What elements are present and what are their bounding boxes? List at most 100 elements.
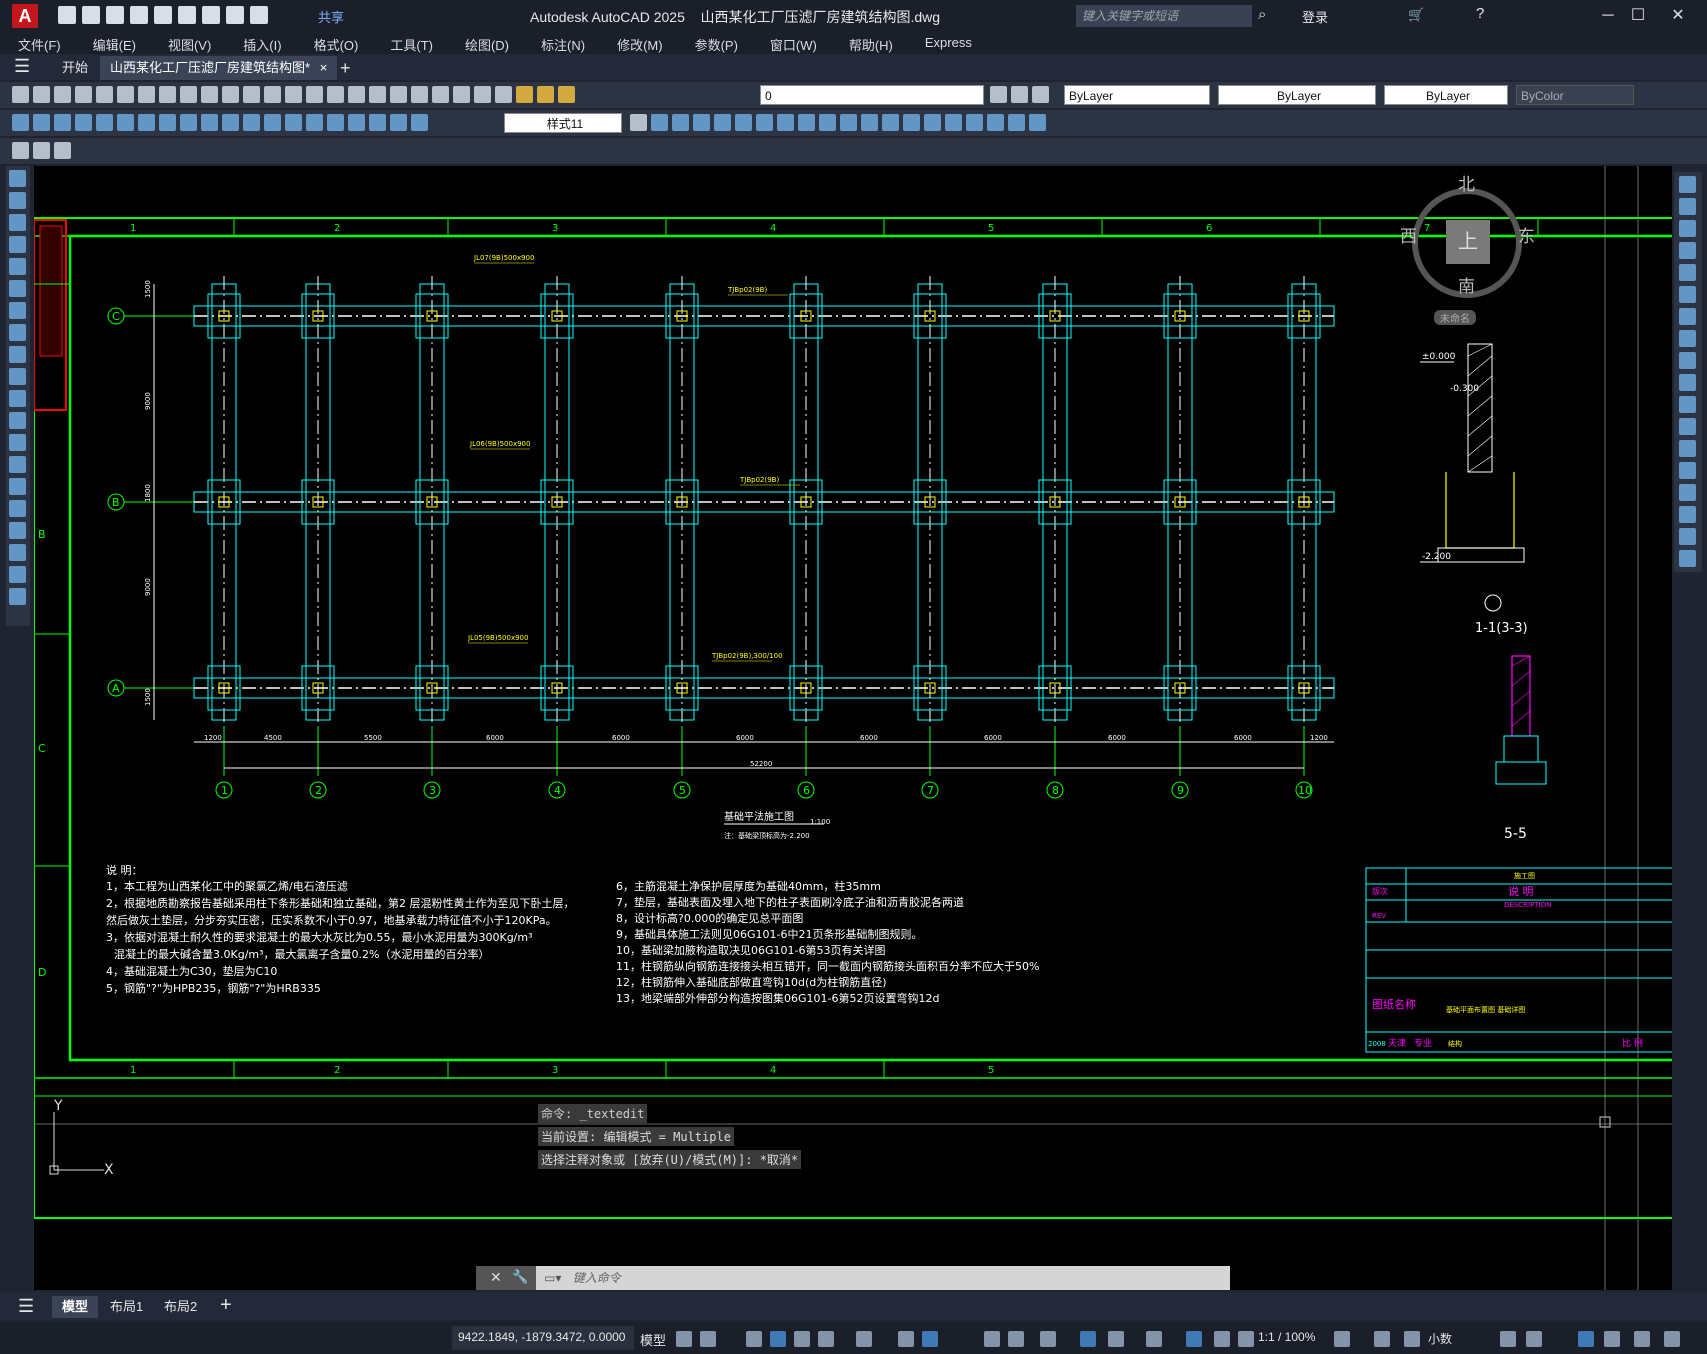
design-center-icon[interactable] [369, 86, 386, 103]
annotation-visibility-icon[interactable] [1186, 1331, 1202, 1347]
help-icon[interactable] [474, 86, 491, 103]
open-file-icon[interactable] [82, 6, 100, 24]
radius-icon[interactable] [96, 114, 113, 131]
line-icon[interactable] [9, 170, 26, 187]
add-tab-button[interactable]: + [330, 56, 361, 80]
menu-item-1[interactable]: 编辑(E) [75, 32, 136, 54]
menu-item-10[interactable]: 窗口(W) [752, 32, 817, 54]
save-icon[interactable] [106, 6, 124, 24]
layer-previous-icon[interactable] [1011, 86, 1028, 103]
ordinate-icon[interactable] [75, 114, 92, 131]
tab-active-drawing[interactable]: 山西某化工厂压滤厂房建筑结构图* × [100, 56, 338, 80]
mirror-icon[interactable] [1679, 220, 1696, 237]
dim-text-edit-icon[interactable] [390, 114, 407, 131]
tab-start[interactable]: 开始 [52, 56, 98, 80]
make-block-icon[interactable] [9, 434, 26, 451]
plotstyle-dropdown[interactable]: ByColor [1516, 85, 1634, 105]
properties-icon[interactable] [348, 86, 365, 103]
lineweight-dropdown[interactable]: ByLayer [1384, 85, 1508, 105]
refedit-icon[interactable] [54, 142, 71, 159]
annotation-monitor-icon[interactable] [1374, 1331, 1390, 1347]
baseline-icon[interactable] [201, 114, 218, 131]
copy-icon[interactable] [159, 86, 176, 103]
fillet-icon[interactable] [1679, 506, 1696, 523]
viewcube[interactable]: 上 北 南 西 东 未命名 [1394, 170, 1544, 325]
move-icon[interactable] [1679, 286, 1696, 303]
ellipse-arc-icon[interactable] [9, 390, 26, 407]
trim-icon[interactable] [1679, 374, 1696, 391]
erase-icon[interactable] [1679, 176, 1696, 193]
ellipse-icon[interactable] [9, 368, 26, 385]
gradient-icon[interactable] [9, 500, 26, 517]
units-value[interactable]: 小数 [1428, 1330, 1452, 1347]
search-input[interactable]: 键入关键字或短语 [1076, 5, 1252, 27]
viewcube-south[interactable]: 南 [1458, 272, 1475, 297]
customization-icon[interactable] [1664, 1331, 1680, 1347]
selection-cycling-icon[interactable] [1008, 1331, 1024, 1347]
revision-cloud-icon[interactable] [9, 324, 26, 341]
annotation-scale-icon[interactable] [1238, 1331, 1254, 1347]
polar-tracking-icon[interactable] [818, 1331, 834, 1347]
tab-close-icon[interactable]: × [320, 60, 328, 75]
menu-item-4[interactable]: 格式(O) [296, 32, 359, 54]
isolate-objects-icon[interactable] [1604, 1331, 1620, 1347]
quick-properties-icon[interactable] [1500, 1331, 1516, 1347]
linetype-dropdown[interactable]: ByLayer [1218, 85, 1376, 105]
tolerance-icon[interactable] [285, 114, 302, 131]
hatch-edit-icon[interactable] [12, 142, 29, 159]
print-icon[interactable] [202, 6, 220, 24]
new-icon[interactable] [12, 86, 29, 103]
dim-update-icon[interactable] [411, 114, 428, 131]
zoom-previous-icon[interactable] [327, 86, 344, 103]
menu-item-7[interactable]: 标注(N) [523, 32, 585, 54]
workspace-gear-icon[interactable] [1334, 1331, 1350, 1347]
ucs-icon[interactable] [651, 114, 668, 131]
menu-item-11[interactable]: 帮助(H) [831, 32, 893, 54]
web-open-icon[interactable] [154, 6, 172, 24]
dimstyle-dropdown[interactable]: 样式11 [504, 113, 622, 133]
wcs-menu[interactable]: 未命名 [1434, 310, 1476, 325]
ucs-zaxis-icon[interactable] [798, 114, 815, 131]
sheet-set-icon[interactable] [411, 86, 428, 103]
hardware-acceleration-icon[interactable] [1578, 1331, 1594, 1347]
customize-command-icon[interactable]: 🔧 [512, 1269, 528, 1285]
selection-filter-icon[interactable] [1108, 1331, 1124, 1347]
units-icon[interactable] [1404, 1331, 1420, 1347]
hatch-icon[interactable] [9, 478, 26, 495]
transparency-icon[interactable] [984, 1331, 1000, 1347]
add-layout-icon[interactable]: + [220, 1294, 232, 1317]
break-icon[interactable] [264, 114, 281, 131]
tool-palettes-icon[interactable] [390, 86, 407, 103]
object-snap-icon[interactable] [922, 1331, 938, 1347]
ucs-world-icon[interactable] [672, 114, 689, 131]
linear-dim-icon[interactable] [12, 114, 29, 131]
viewcube-west[interactable]: 西 [1400, 222, 1417, 247]
calculator-icon[interactable] [453, 86, 470, 103]
camera-icon[interactable] [987, 114, 1004, 131]
scale-icon[interactable] [1679, 330, 1696, 347]
login-button[interactable]: 登录 [1302, 7, 1328, 26]
break-icon[interactable] [1679, 440, 1696, 457]
color-dropdown[interactable]: ByLayer [1064, 85, 1210, 105]
offset-icon[interactable] [1679, 242, 1696, 259]
pan-icon[interactable] [264, 86, 281, 103]
chamfer-icon[interactable] [1679, 484, 1696, 501]
copy-object-icon[interactable] [1679, 198, 1696, 215]
ucs-y-icon[interactable] [861, 114, 878, 131]
tab-layout1[interactable]: 布局1 [100, 1296, 153, 1318]
3d-osnap-icon[interactable] [1040, 1331, 1056, 1347]
render-icon[interactable] [924, 114, 941, 131]
angular-icon[interactable] [159, 114, 176, 131]
maximize-button[interactable]: ☐ [1624, 4, 1652, 28]
share-button[interactable]: 共享 [318, 7, 344, 26]
break-at-point-icon[interactable] [1679, 418, 1696, 435]
tab-layout2[interactable]: 布局2 [154, 1296, 207, 1318]
infer-constraints-icon[interactable] [746, 1331, 762, 1347]
ucs-z-icon[interactable] [882, 114, 899, 131]
plot-preview-icon[interactable] [96, 86, 113, 103]
command-prompt-icon[interactable]: ▭▾ [544, 1271, 561, 1285]
region-icon[interactable] [9, 522, 26, 539]
menu-item-12[interactable]: Express [907, 32, 972, 54]
open-icon[interactable] [33, 86, 50, 103]
point-icon[interactable] [9, 456, 26, 473]
